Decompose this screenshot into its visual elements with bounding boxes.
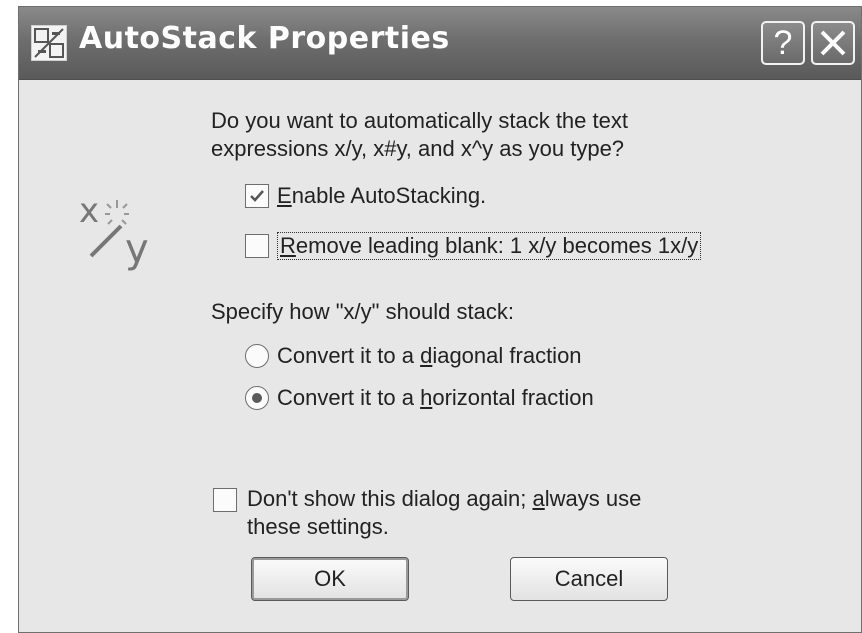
diagonal-fraction-radio-row[interactable]: Convert it to a diagonal fraction xyxy=(245,343,582,369)
enable-autostacking-checkbox-row[interactable]: Enable AutoStacking. xyxy=(245,183,486,209)
dont-show-again-checkbox[interactable] xyxy=(213,488,237,512)
remove-leading-blank-checkbox[interactable] xyxy=(245,234,269,258)
diagonal-fraction-label: Convert it to a diagonal fraction xyxy=(277,343,582,368)
prompt-line-2: expressions x/y, x#y, and x^y as you typ… xyxy=(211,136,625,161)
autostack-app-icon xyxy=(31,25,67,61)
horizontal-fraction-radio[interactable] xyxy=(245,386,269,410)
prompt-text: Do you want to automatically stack the t… xyxy=(211,107,771,163)
enable-autostacking-checkbox[interactable] xyxy=(245,184,269,208)
remove-leading-blank-checkbox-row[interactable]: Remove leading blank: 1 x/y becomes 1x/y xyxy=(245,232,702,260)
stack-icon-x: x xyxy=(79,192,99,231)
prompt-line-1: Do you want to automatically stack the t… xyxy=(211,108,628,133)
help-icon: ? xyxy=(773,24,793,62)
stack-icon-y: y xyxy=(125,226,149,272)
stack-fraction-icon: x y xyxy=(79,192,149,272)
window-title: AutoStack Properties xyxy=(79,21,450,56)
cancel-button[interactable]: Cancel xyxy=(510,557,668,601)
horizontal-fraction-label: Convert it to a horizontal fraction xyxy=(277,385,594,410)
remove-leading-blank-label: Remove leading blank: 1 x/y becomes 1x/y xyxy=(277,232,702,260)
ok-button[interactable]: OK xyxy=(251,557,409,601)
close-button[interactable] xyxy=(811,21,855,65)
stack-method-label: Specify how "x/y" should stack: xyxy=(211,299,514,324)
checkmark-icon xyxy=(250,190,264,202)
enable-autostacking-label: Enable AutoStacking. xyxy=(277,183,487,208)
dont-show-again-row[interactable]: Don't show this dialog again; always use… xyxy=(213,485,641,541)
autostack-dialog: AutoStack Properties ? Do you want to au… xyxy=(18,6,862,633)
dont-show-again-label: Don't show this dialog again; always use… xyxy=(247,486,642,539)
help-button[interactable]: ? xyxy=(761,21,805,65)
close-icon xyxy=(820,30,846,56)
title-bar[interactable]: AutoStack Properties ? xyxy=(19,7,861,80)
horizontal-fraction-radio-row[interactable]: Convert it to a horizontal fraction xyxy=(245,385,594,411)
diagonal-fraction-radio[interactable] xyxy=(245,344,269,368)
radio-selected-dot xyxy=(252,393,262,403)
